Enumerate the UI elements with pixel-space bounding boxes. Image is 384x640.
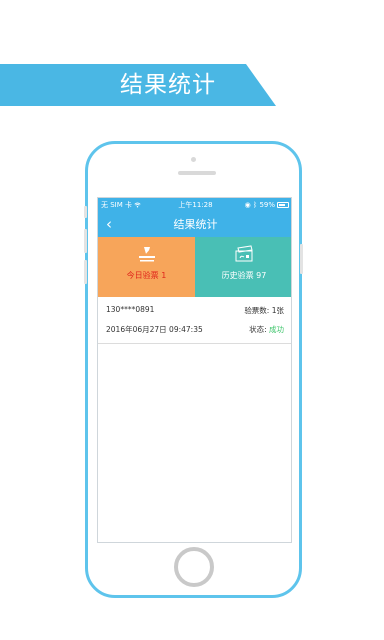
promo-canvas: 结果统计 无 SIM 卡 上午11:28 ◉ ᛒ 59% ‹ 结果统计 今日验票… xyxy=(0,0,384,640)
ticket-history-icon xyxy=(195,245,291,263)
title-banner: 结果统计 xyxy=(0,64,276,106)
status-bar: 无 SIM 卡 上午11:28 ◉ ᛒ 59% xyxy=(98,198,291,212)
earpiece-speaker xyxy=(178,171,216,175)
nav-bar: ‹ 结果统计 xyxy=(98,212,291,237)
volume-down-button xyxy=(84,260,87,284)
record-status-label: 状态: xyxy=(249,325,267,334)
front-camera xyxy=(191,157,196,162)
today-tickets-tile[interactable]: 今日验票 1 xyxy=(98,237,195,297)
home-button[interactable] xyxy=(174,547,214,587)
record-phone: 130****0891 xyxy=(106,305,155,314)
phone-frame: 无 SIM 卡 上午11:28 ◉ ᛒ 59% ‹ 结果统计 今日验票 1 历史… xyxy=(84,141,303,598)
nav-title: 结果统计 xyxy=(173,218,218,231)
status-right: ◉ ᛒ 59% xyxy=(245,198,275,212)
power-button xyxy=(300,244,303,274)
history-tickets-tile[interactable]: 历史验票 97 xyxy=(195,237,291,297)
volume-up-button xyxy=(84,229,87,253)
summary-tiles: 今日验票 1 历史验票 97 xyxy=(98,237,291,297)
app-screen: 无 SIM 卡 上午11:28 ◉ ᛒ 59% ‹ 结果统计 今日验票 1 历史… xyxy=(97,197,292,543)
record-datetime: 2016年06月27日 09:47:35 xyxy=(106,325,203,334)
ticket-check-icon xyxy=(98,245,195,263)
today-tickets-label: 今日验票 1 xyxy=(126,271,167,280)
record-ticket-count: 验票数: 1张 xyxy=(244,306,284,315)
bluetooth-icon: ᛒ xyxy=(253,201,258,209)
ticket-record-row[interactable]: 130****0891 验票数: 1张 2016年06月27日 09:47:35… xyxy=(98,297,291,344)
battery-icon xyxy=(277,202,289,208)
record-status-value: 成功 xyxy=(269,325,284,334)
mute-switch xyxy=(84,206,87,218)
record-status: 状态: 成功 xyxy=(249,324,284,335)
history-tickets-label: 历史验票 97 xyxy=(221,271,267,280)
orientation-lock-icon: ◉ xyxy=(244,201,251,209)
battery-percent: 59% xyxy=(259,201,275,209)
banner-title: 结果统计 xyxy=(120,72,216,98)
